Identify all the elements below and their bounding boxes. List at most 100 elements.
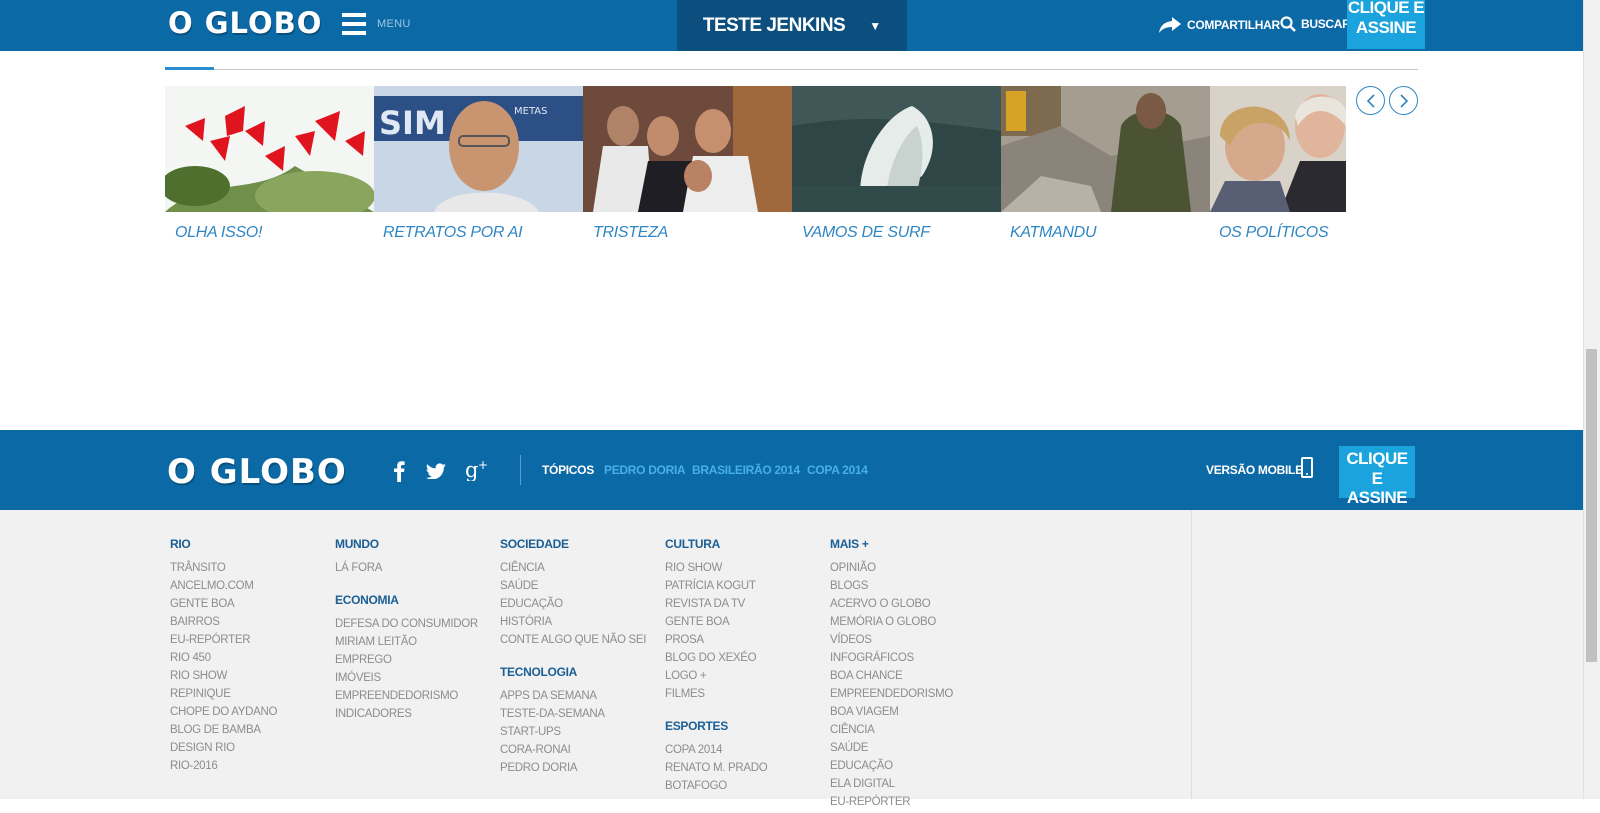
col-head-economia[interactable]: ECONOMIA — [335, 593, 478, 617]
section-title: TESTE JENKINS — [702, 14, 846, 36]
footer-link[interactable]: SAÚDE — [830, 741, 953, 759]
footer-link[interactable]: TRÂNSITO — [170, 561, 277, 579]
footer-link[interactable]: ACERVO O GLOBO — [830, 597, 953, 615]
mobile-version-link[interactable]: VERSÃO MOBILE — [1206, 463, 1303, 477]
footer-link[interactable]: GENTE BOA — [170, 597, 277, 615]
mobile-phone-icon[interactable] — [1301, 457, 1313, 478]
gallery-item-tristeza[interactable] — [583, 86, 792, 246]
gallery-caption[interactable]: VAMOS DE SURF — [802, 224, 930, 242]
footer-link[interactable]: BLOG DE BAMBA — [170, 723, 277, 741]
footer-link[interactable]: GENTE BOA — [665, 615, 767, 633]
footer-link[interactable]: START-UPS — [500, 725, 646, 743]
footer-link[interactable]: BAIRROS — [170, 615, 277, 633]
topic-link[interactable]: PEDRO DORIA — [604, 463, 686, 477]
footer-link[interactable]: EMPREENDEDORISMO — [335, 689, 478, 707]
footer-link[interactable]: MEMÓRIA O GLOBO — [830, 615, 953, 633]
footer-link[interactable]: RENATO M. PRADO — [665, 761, 768, 779]
chevron-right-icon — [1399, 93, 1408, 108]
col-head-esportes[interactable]: ESPORTES — [665, 719, 767, 743]
footer-link[interactable]: EU-REPÓRTER — [830, 795, 953, 813]
gallery-item-politicos[interactable] — [1210, 86, 1346, 246]
footer-link[interactable]: BLOGS — [830, 579, 953, 597]
col-head-sociedade[interactable]: SOCIEDADE — [500, 537, 646, 561]
section-dropdown[interactable]: TESTE JENKINS ▼ — [677, 0, 907, 51]
footer-link[interactable]: RIO 450 — [170, 651, 277, 669]
footer-link[interactable]: APPS DA SEMANA — [500, 689, 646, 707]
footer-vertical-divider — [1191, 510, 1192, 799]
gallery-prev-button[interactable] — [1356, 86, 1385, 115]
footer-link[interactable]: EDUCAÇÃO — [500, 597, 646, 615]
footer-link[interactable]: HISTÓRIA — [500, 615, 646, 633]
footer-link[interactable]: BOA VIAGEM — [830, 705, 953, 723]
site-logo[interactable]: O GLOBO — [168, 6, 322, 40]
gallery-image — [583, 86, 792, 212]
scrollbar-thumb[interactable] — [1586, 349, 1597, 662]
footer-subscribe-button[interactable]: CLIQUE E ASSINE — [1339, 446, 1415, 507]
footer-link[interactable]: BLOG DO XEXÉO — [665, 651, 767, 669]
footer-link[interactable]: INFOGRÁFICOS — [830, 651, 953, 669]
footer-link[interactable]: BOA CHANCE — [830, 669, 953, 687]
menu-button[interactable]: MENU — [342, 13, 411, 35]
footer-link[interactable]: ELA DIGITAL — [830, 777, 953, 795]
footer-link[interactable]: EMPREGO — [335, 653, 478, 671]
gallery-item-surf[interactable] — [792, 86, 1001, 246]
footer-link[interactable]: VÍDEOS — [830, 633, 953, 651]
footer-link[interactable]: RIO-2016 — [170, 759, 277, 777]
twitter-icon[interactable] — [425, 463, 447, 484]
footer-link[interactable]: PEDRO DORIA — [500, 761, 646, 779]
subscribe-button[interactable]: CLIQUE E ASSINE — [1347, 0, 1425, 49]
topic-link[interactable]: COPA 2014 — [807, 463, 868, 477]
footer-link[interactable]: CONTE ALGO QUE NÃO SEI — [500, 633, 646, 651]
footer-link[interactable]: IMÓVEIS — [335, 671, 478, 689]
col-head-cultura[interactable]: CULTURA — [665, 537, 767, 561]
footer-link[interactable]: CIÊNCIA — [500, 561, 646, 579]
gallery-item-katmandu[interactable] — [1001, 86, 1210, 246]
gallery-item-retratos[interactable]: SIM METAS — [374, 86, 583, 246]
col-head-tecnologia[interactable]: TECNOLOGIA — [500, 665, 646, 689]
col-head-mundo[interactable]: MUNDO — [335, 537, 478, 561]
footer-link[interactable]: DEFESA DO CONSUMIDOR — [335, 617, 478, 635]
gallery-caption[interactable]: RETRATOS POR AI — [383, 224, 523, 242]
topic-link[interactable]: BRASILEIRÃO 2014 — [692, 463, 800, 477]
footer-link[interactable]: RIO SHOW — [665, 561, 767, 579]
footer-link[interactable]: LÁ FORA — [335, 561, 478, 579]
footer-logo[interactable]: O GLOBO — [167, 452, 347, 492]
footer-link[interactable]: TESTE-DA-SEMANA — [500, 707, 646, 725]
gallery-next-button[interactable] — [1389, 86, 1418, 115]
search-label: BUSCAR — [1301, 17, 1351, 31]
footer-link[interactable]: LOGO + — [665, 669, 767, 687]
footer-link[interactable]: CORA-RONAI — [500, 743, 646, 761]
facebook-icon[interactable] — [393, 460, 405, 487]
footer-link[interactable]: EU-REPÓRTER — [170, 633, 277, 651]
footer-link[interactable]: OPINIÃO — [830, 561, 953, 579]
footer-link[interactable]: ANCELMO.COM — [170, 579, 277, 597]
footer-link[interactable]: DESIGN RIO — [170, 741, 277, 759]
svg-text:+: + — [478, 459, 488, 472]
footer-link[interactable]: INDICADORES — [335, 707, 478, 725]
col-head-rio[interactable]: RIO — [170, 537, 277, 561]
footer-link[interactable]: PATRÍCIA KOGUT — [665, 579, 767, 597]
footer-link[interactable]: BOTAFOGO — [665, 779, 767, 797]
footer-link[interactable]: COPA 2014 — [665, 743, 767, 761]
gallery-caption[interactable]: OS POLÍTICOS — [1219, 224, 1329, 242]
share-button[interactable]: COMPARTILHAR — [1158, 16, 1280, 34]
footer-link[interactable]: EDUCAÇÃO — [830, 759, 953, 777]
gallery-caption[interactable]: TRISTEZA — [593, 224, 668, 242]
footer-link[interactable]: REVISTA DA TV — [665, 597, 767, 615]
gallery-caption[interactable]: KATMANDU — [1010, 224, 1097, 242]
footer-link[interactable]: MIRIAM LEITÃO — [335, 635, 478, 653]
gallery-caption[interactable]: OLHA ISSO! — [175, 224, 262, 242]
footer-link[interactable]: CHOPE DO AYDANO — [170, 705, 277, 723]
footer-link[interactable]: FILMES — [665, 687, 767, 705]
gallery-item-olha-isso[interactable] — [165, 86, 374, 246]
footer-link[interactable]: PROSA — [665, 633, 767, 651]
svg-text:SIM: SIM — [379, 104, 446, 142]
google-plus-icon[interactable]: g + — [465, 458, 491, 486]
footer-link[interactable]: RIO SHOW — [170, 669, 277, 687]
footer-link[interactable]: SAÚDE — [500, 579, 646, 597]
footer-link[interactable]: REPINIQUE — [170, 687, 277, 705]
search-button[interactable]: BUSCAR — [1280, 16, 1351, 32]
col-head-mais[interactable]: MAIS + — [830, 537, 953, 561]
footer-link[interactable]: EMPREENDEDORISMO — [830, 687, 953, 705]
footer-link[interactable]: CIÊNCIA — [830, 723, 953, 741]
